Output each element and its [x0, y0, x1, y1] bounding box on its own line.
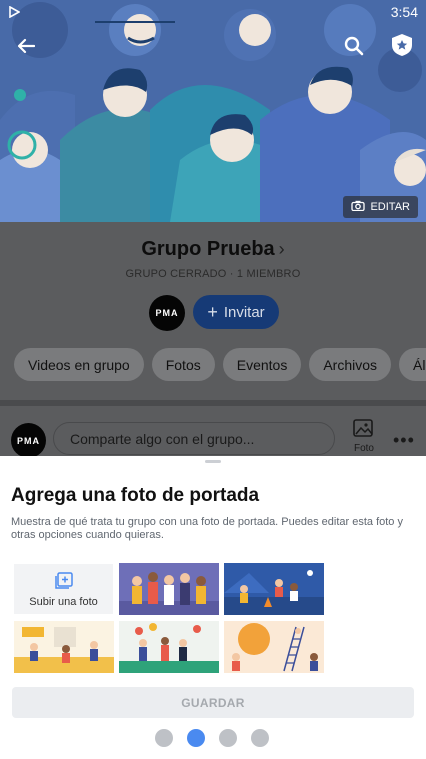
cover-option-group-people[interactable]	[119, 563, 219, 615]
more-options-icon[interactable]: •••	[393, 430, 415, 451]
page-dot[interactable]	[251, 729, 269, 747]
cover-photo-sheet: Agrega una foto de portada Muestra de qu…	[0, 456, 426, 759]
cover-photo[interactable]: EDITAR	[0, 0, 426, 222]
composer-input[interactable]: Comparte algo con el grupo...	[53, 422, 335, 455]
save-button[interactable]: GUARDAR	[12, 687, 414, 718]
play-store-icon	[9, 5, 21, 23]
chevron-right-icon: ›	[278, 239, 285, 259]
photo-button[interactable]: Foto	[350, 418, 378, 456]
photo-label: Foto	[353, 443, 374, 454]
edit-cover-button[interactable]: EDITAR	[343, 196, 418, 218]
group-tabs: Videos en grupo Fotos Eventos Archivos Á…	[14, 348, 426, 381]
photo-icon	[353, 419, 373, 437]
chip-archivos[interactable]: Archivos	[309, 348, 392, 381]
illustration-cafe	[14, 621, 114, 673]
chip-albumes[interactable]: Álb	[399, 348, 426, 381]
invite-label: Invitar	[223, 303, 265, 321]
group-name[interactable]: Grupo Prueba ›	[0, 238, 426, 261]
page-dot-active[interactable]	[187, 729, 205, 747]
group-meta: GRUPO CERRADO · 1 MIEMBRO	[125, 268, 301, 280]
chip-videos[interactable]: Videos en grupo	[14, 348, 144, 381]
status-bar: 3:54	[0, 0, 426, 24]
member-avatar[interactable]: PMA	[149, 295, 185, 331]
cover-option-sun-ladder[interactable]	[224, 621, 324, 673]
group-name-text: Grupo Prueba	[141, 238, 275, 260]
illustration-group-people	[119, 563, 219, 615]
cover-option-cafe[interactable]	[14, 621, 114, 673]
page-indicator	[155, 729, 269, 747]
cover-toolbar	[0, 30, 426, 60]
illustration-sun-ladder	[224, 621, 324, 673]
upload-photo-tile[interactable]: Subir una foto	[14, 564, 113, 614]
upload-photo-label: Subir una foto	[29, 596, 98, 608]
clock: 3:54	[390, 4, 418, 20]
page-dot[interactable]	[155, 729, 173, 747]
page-dot[interactable]	[219, 729, 237, 747]
composer-avatar[interactable]: PMA	[11, 423, 46, 458]
sheet-title: Agrega una foto de portada	[11, 485, 260, 506]
add-photo-icon	[54, 572, 74, 593]
invite-button[interactable]: + Invitar	[193, 295, 279, 329]
search-icon[interactable]	[340, 32, 368, 60]
edit-cover-label: EDITAR	[370, 201, 410, 213]
illustration-street-party	[119, 621, 219, 673]
cover-option-campfire[interactable]	[224, 563, 324, 615]
cover-option-street-party[interactable]	[119, 621, 219, 673]
plus-icon: +	[207, 301, 218, 322]
back-arrow-icon[interactable]	[12, 32, 40, 60]
camera-icon	[351, 200, 366, 214]
illustration-campfire	[224, 563, 324, 615]
chip-fotos[interactable]: Fotos	[151, 348, 215, 381]
sheet-description: Muestra de qué trata tu grupo con una fo…	[11, 516, 403, 541]
chip-eventos[interactable]: Eventos	[222, 348, 302, 381]
admin-shield-icon[interactable]	[388, 30, 416, 60]
sheet-handle[interactable]	[205, 460, 221, 463]
